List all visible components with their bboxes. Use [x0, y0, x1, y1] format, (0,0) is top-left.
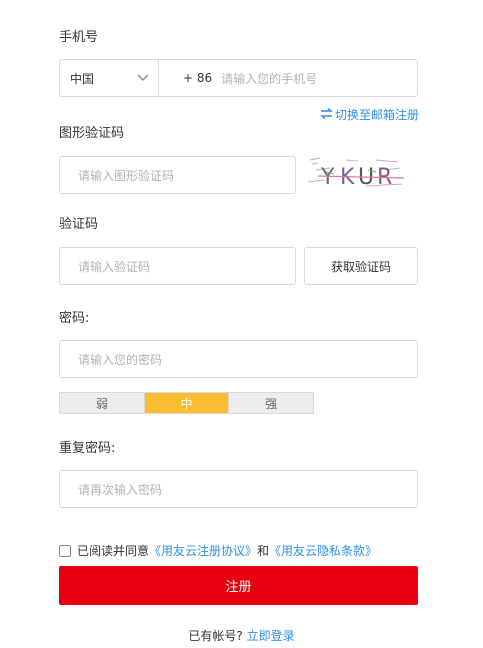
strength-weak: 弱: [60, 393, 144, 413]
agreement-prefix: 已阅读并同意: [77, 544, 150, 558]
country-value: 中国: [70, 71, 95, 86]
privacy-link[interactable]: 《用友云隐私条款》: [269, 542, 377, 559]
code-label: 验证码: [59, 217, 99, 232]
phone-country-code: + 86: [183, 71, 213, 85]
phone-field-group: 中国 + 86 请输入您的手机号: [59, 59, 418, 97]
strength-medium: 中: [143, 393, 229, 413]
captcha-glyph-y: Y: [320, 165, 335, 190]
strength-strong: 强: [228, 393, 314, 413]
chevron-down-icon: [137, 72, 149, 84]
phone-input[interactable]: 请输入您的手机号: [221, 70, 317, 87]
switch-to-email-link[interactable]: 切换至邮箱注册: [320, 106, 419, 123]
login-prompt: 已有帐号? 立即登录: [0, 627, 483, 644]
code-input[interactable]: 请输入验证码: [59, 247, 296, 285]
agreement-checkbox[interactable]: [59, 544, 71, 557]
agreement-row: 已阅读并同意 《用友云注册协议》 和 《用友云隐私条款》: [59, 542, 377, 559]
captcha-label: 图形验证码: [59, 126, 125, 141]
get-code-button[interactable]: 获取验证码: [304, 247, 418, 285]
terms-link[interactable]: 《用友云注册协议》: [149, 542, 257, 559]
captcha-glyph-k: K: [340, 165, 355, 190]
register-button[interactable]: 注册: [59, 566, 418, 605]
login-link[interactable]: 立即登录: [247, 629, 295, 643]
password-label: 密码:: [59, 311, 90, 326]
confirm-password-input[interactable]: 请再次输入密码: [59, 470, 418, 508]
phone-label: 手机号: [59, 30, 99, 45]
agreement-and: 和: [257, 544, 270, 558]
confirm-password-label: 重复密码:: [59, 441, 116, 456]
login-prompt-text: 已有帐号?: [188, 629, 243, 643]
password-input[interactable]: 请输入您的密码: [59, 340, 418, 378]
password-strength-meter: 弱 中 强: [59, 392, 314, 414]
country-select[interactable]: 中国: [60, 60, 159, 96]
register-form: 手机号 中国 + 86 请输入您的手机号 切换至邮箱注册 图形验证码 请输入图形…: [0, 0, 483, 648]
captcha-input[interactable]: 请输入图形验证码: [59, 156, 296, 194]
captcha-image[interactable]: Y K U R: [306, 156, 406, 192]
swap-icon: [320, 107, 333, 122]
switch-link-label: 切换至邮箱注册: [334, 108, 419, 122]
